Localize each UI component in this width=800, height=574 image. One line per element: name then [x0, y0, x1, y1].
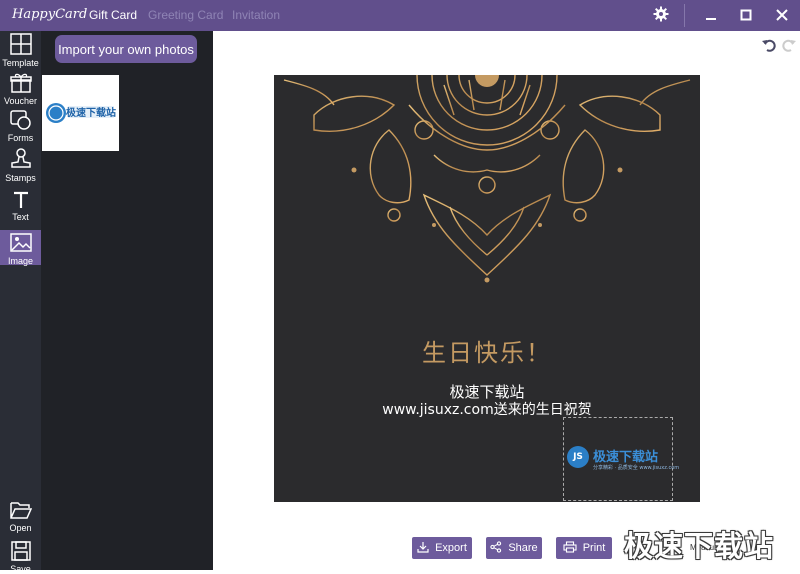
share-label: Share — [508, 542, 538, 554]
sidebar-item-save[interactable]: Save — [0, 541, 41, 574]
logo-badge-icon: JS — [567, 446, 589, 468]
settings-button[interactable] — [645, 0, 677, 31]
card-logo-text: 极速下载站 — [593, 450, 659, 465]
watermark: 极速下载站 — [624, 529, 775, 563]
sidebar: Template Voucher Forms Stamps Text Image — [0, 31, 41, 574]
sidebar-item-label: Text — [12, 212, 29, 222]
image-thumbnail[interactable]: 极速下载站 — [42, 75, 119, 151]
sidebar-item-label: Template — [2, 58, 39, 68]
tab-gift-card[interactable]: Gift Card — [89, 8, 137, 22]
share-icon — [490, 540, 502, 556]
minimize-button[interactable] — [695, 0, 727, 31]
undo-button[interactable] — [761, 37, 777, 53]
maximize-button[interactable] — [730, 0, 762, 31]
sidebar-item-label: Forms — [7, 133, 34, 143]
sidebar-item-label: Voucher — [3, 96, 38, 106]
sidebar-item-stamps[interactable]: Stamps — [0, 148, 41, 183]
gift-icon — [9, 73, 32, 95]
sidebar-item-label: Stamps — [5, 173, 36, 183]
print-button[interactable]: Print — [556, 537, 612, 559]
thumbnail-label: 极速下载站 — [66, 108, 116, 119]
import-photos-button[interactable]: Import your own photos — [55, 35, 197, 63]
sidebar-item-label: Save — [10, 564, 31, 574]
redo-icon — [782, 39, 796, 52]
download-icon — [417, 541, 429, 556]
sidebar-item-template[interactable]: Template — [0, 33, 41, 69]
export-button[interactable]: Export — [412, 537, 472, 559]
sidebar-item-text[interactable]: Text — [0, 191, 41, 223]
minimize-icon — [705, 6, 717, 25]
sidebar-item-label: Image — [7, 256, 33, 266]
forms-icon — [9, 110, 32, 132]
gear-icon — [653, 6, 669, 26]
close-button[interactable] — [766, 0, 798, 31]
app-logo: HappyCard — [12, 7, 88, 22]
printer-icon — [563, 540, 577, 556]
text-icon — [12, 191, 30, 211]
title-bar: HappyCard Gift Card Greeting Card Invita… — [0, 0, 800, 31]
image-icon — [9, 233, 32, 255]
redo-button[interactable] — [781, 37, 797, 53]
titlebar-divider — [684, 4, 685, 27]
sidebar-item-image[interactable]: Image — [0, 230, 41, 266]
sidebar-item-forms[interactable]: Forms — [0, 110, 41, 143]
card-canvas[interactable]: 生日快乐！ 极速下载站 www.jisuxz.com送来的生日祝贺 JS 极速下… — [274, 75, 700, 502]
share-button[interactable]: Share — [486, 537, 542, 559]
maximize-icon — [740, 6, 752, 25]
template-icon — [9, 33, 32, 57]
image-panel: Import your own photos 极速下载站 — [41, 31, 213, 570]
card-heading[interactable]: 生日快乐！ — [274, 333, 700, 368]
print-label: Print — [582, 542, 606, 554]
sidebar-item-label: Open — [9, 523, 32, 533]
undo-icon — [762, 39, 776, 52]
sidebar-item-open[interactable]: Open — [0, 500, 41, 533]
card-text-line-2[interactable]: www.jisuxz.com送来的生日祝贺 — [274, 399, 700, 419]
sidebar-item-voucher[interactable]: Voucher — [0, 73, 41, 106]
tab-invitation[interactable]: Invitation — [232, 8, 280, 22]
selected-image-element[interactable]: JS 极速下载站 分享精彩 · 品质安全 www.jisuxz.com — [563, 417, 679, 501]
tab-greeting-card[interactable]: Greeting Card — [148, 8, 223, 22]
stamp-icon — [10, 148, 32, 172]
card-logo-subtitle: 分享精彩 · 品质安全 www.jisuxz.com — [593, 465, 680, 471]
save-icon — [10, 541, 31, 563]
folder-icon — [9, 500, 32, 522]
export-label: Export — [435, 542, 467, 554]
close-icon — [776, 6, 788, 25]
mandala-ornament-icon — [283, 75, 691, 283]
